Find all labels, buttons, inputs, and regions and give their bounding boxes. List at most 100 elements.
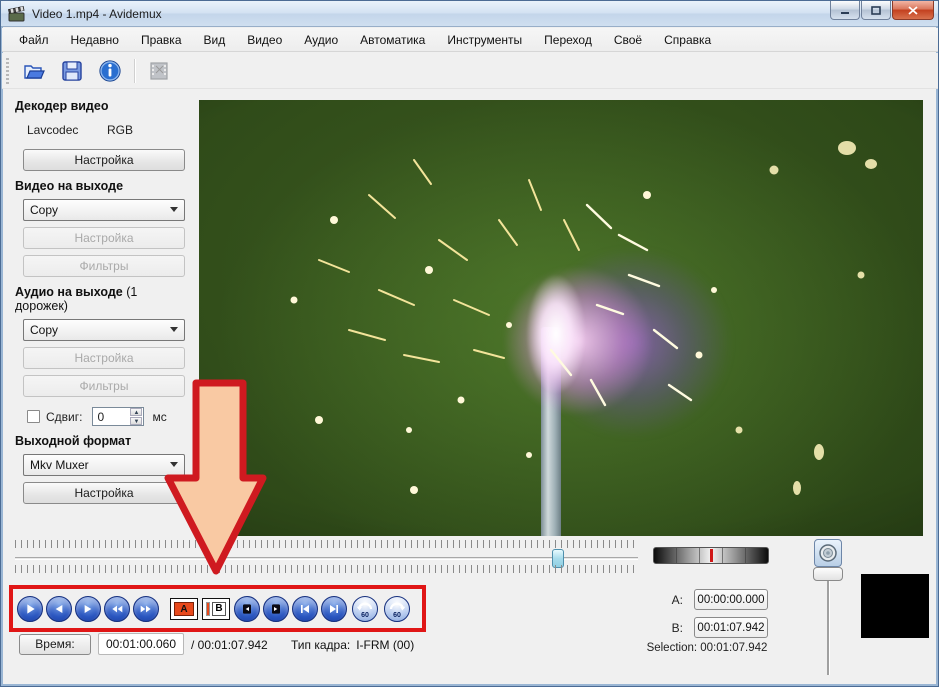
- total-duration: / 00:01:07.942: [191, 638, 268, 652]
- volume-track[interactable]: [827, 581, 829, 675]
- spin-up-icon[interactable]: ▲: [130, 408, 142, 416]
- audio-shift-row: Сдвиг: 0 ▲ ▼ мс: [27, 407, 193, 426]
- transport-controls-highlight: A B 60 60: [9, 585, 426, 632]
- back-one-minute-button[interactable]: 60: [352, 596, 378, 622]
- menu-recent[interactable]: Недавно: [60, 30, 130, 50]
- previous-keyframe-button[interactable]: [104, 596, 130, 622]
- close-button[interactable]: [892, 1, 934, 20]
- save-button[interactable]: [56, 56, 88, 86]
- app-icon: [8, 6, 26, 22]
- previous-frame-button[interactable]: [46, 596, 72, 622]
- menu-tools[interactable]: Инструменты: [436, 30, 533, 50]
- title-bar: Video 1.mp4 - Avidemux: [1, 1, 938, 27]
- skip-to-end-icon: [326, 601, 342, 617]
- shift-value: 0: [97, 410, 104, 424]
- menu-audio[interactable]: Аудио: [293, 30, 349, 50]
- video-properties-button[interactable]: [143, 56, 175, 86]
- open-file-button[interactable]: [18, 56, 50, 86]
- minimize-icon: [840, 6, 850, 15]
- previous-black-frame-button[interactable]: [234, 596, 260, 622]
- marker-b-icon: B: [212, 602, 225, 616]
- properties-sidebar: Декодер видео Lavcodec RGB Настройка Вид…: [11, 91, 193, 510]
- double-arrow-right-icon: [138, 601, 154, 617]
- menu-custom[interactable]: Своё: [603, 30, 653, 50]
- next-black-frame-button[interactable]: [263, 596, 289, 622]
- timeline-ruler-bottom: [15, 565, 638, 573]
- curved-arrow-right-icon: [388, 600, 406, 612]
- shuttle-center-mark: [710, 549, 713, 562]
- sixty-label: 60: [385, 612, 409, 619]
- audio-output-select[interactable]: Copy: [23, 319, 185, 341]
- sixty-label: 60: [353, 612, 377, 619]
- maximize-icon: [871, 6, 881, 15]
- timeline-ruler-top: [15, 540, 638, 548]
- chevron-down-icon: [170, 207, 178, 212]
- set-marker-b-button[interactable]: B: [202, 598, 230, 620]
- video-preview: [199, 100, 923, 536]
- arrow-left-icon: [51, 601, 67, 617]
- decoder-configure-button[interactable]: Настройка: [23, 149, 185, 171]
- shift-spinbox[interactable]: 0 ▲ ▼: [92, 407, 144, 426]
- time-button[interactable]: Время:: [19, 634, 91, 655]
- marker-a-time[interactable]: 00:00:00.000: [694, 589, 768, 610]
- menu-auto[interactable]: Автоматика: [349, 30, 436, 50]
- audio-filters-button[interactable]: Фильтры: [23, 375, 185, 397]
- next-frame-button[interactable]: [75, 596, 101, 622]
- chevron-down-icon: [170, 462, 178, 467]
- output-format-selected: Mkv Muxer: [30, 458, 89, 472]
- video-configure-button[interactable]: Настройка: [23, 227, 185, 249]
- video-output-title: Видео на выходе: [15, 179, 193, 193]
- first-frame-button[interactable]: [292, 596, 318, 622]
- double-arrow-left-icon: [109, 601, 125, 617]
- muxer-configure-button[interactable]: Настройка: [23, 482, 185, 504]
- black-frame-left-icon: [239, 601, 255, 617]
- output-format-select[interactable]: Mkv Muxer: [23, 454, 185, 476]
- video-output-select[interactable]: Copy: [23, 199, 185, 221]
- avidemux-window: Video 1.mp4 - Avidemux Файл Недавно Прав…: [0, 0, 939, 687]
- toolbar-drag-handle[interactable]: [6, 58, 9, 84]
- play-icon: [22, 601, 38, 617]
- skip-to-start-icon: [297, 601, 313, 617]
- menu-edit[interactable]: Правка: [130, 30, 193, 50]
- marker-b-time[interactable]: 00:01:07.942: [694, 617, 768, 638]
- shift-checkbox[interactable]: [27, 410, 40, 423]
- info-button[interactable]: [94, 56, 126, 86]
- menu-go[interactable]: Переход: [533, 30, 603, 50]
- video-filters-button[interactable]: Фильтры: [23, 255, 185, 277]
- window-controls: [829, 1, 934, 20]
- save-icon: [61, 60, 83, 82]
- marker-a-icon: A: [174, 602, 194, 616]
- menu-video[interactable]: Видео: [236, 30, 293, 50]
- current-time-field[interactable]: 00:01:00.060: [98, 633, 184, 655]
- marker-b-label: B:: [661, 621, 683, 635]
- decoder-colorspace: RGB: [107, 123, 187, 137]
- video-output-selected: Copy: [30, 203, 58, 217]
- menu-view[interactable]: Вид: [193, 30, 237, 50]
- black-frame-right-icon: [268, 601, 284, 617]
- selection-duration: Selection: 00:01:07.942: [631, 642, 783, 654]
- forward-one-minute-button[interactable]: 60: [384, 596, 410, 622]
- decoder-name: Lavcodec: [27, 123, 107, 137]
- minimize-button[interactable]: [830, 1, 860, 20]
- last-frame-button[interactable]: [321, 596, 347, 622]
- set-marker-a-button[interactable]: A: [170, 598, 198, 620]
- spin-down-icon[interactable]: ▼: [130, 417, 142, 425]
- mute-button[interactable]: [814, 539, 842, 567]
- window-title: Video 1.mp4 - Avidemux: [32, 7, 162, 21]
- menu-help[interactable]: Справка: [653, 30, 722, 50]
- play-button[interactable]: [17, 596, 43, 622]
- maximize-button[interactable]: [861, 1, 891, 20]
- frame-type-value: I-FRM (00): [356, 638, 414, 652]
- open-file-icon: [22, 60, 46, 82]
- shift-unit: мс: [152, 410, 166, 424]
- frame-type-label: Тип кадра:: [291, 638, 350, 652]
- timeline-track[interactable]: [15, 557, 638, 560]
- main-toolbar: [2, 53, 938, 89]
- volume-slider-handle[interactable]: [813, 567, 843, 581]
- info-icon: [98, 59, 122, 83]
- audio-configure-button[interactable]: Настройка: [23, 347, 185, 369]
- next-keyframe-button[interactable]: [133, 596, 159, 622]
- close-icon: [908, 6, 918, 15]
- menu-file[interactable]: Файл: [8, 30, 60, 50]
- shuttle-slider[interactable]: [653, 547, 769, 564]
